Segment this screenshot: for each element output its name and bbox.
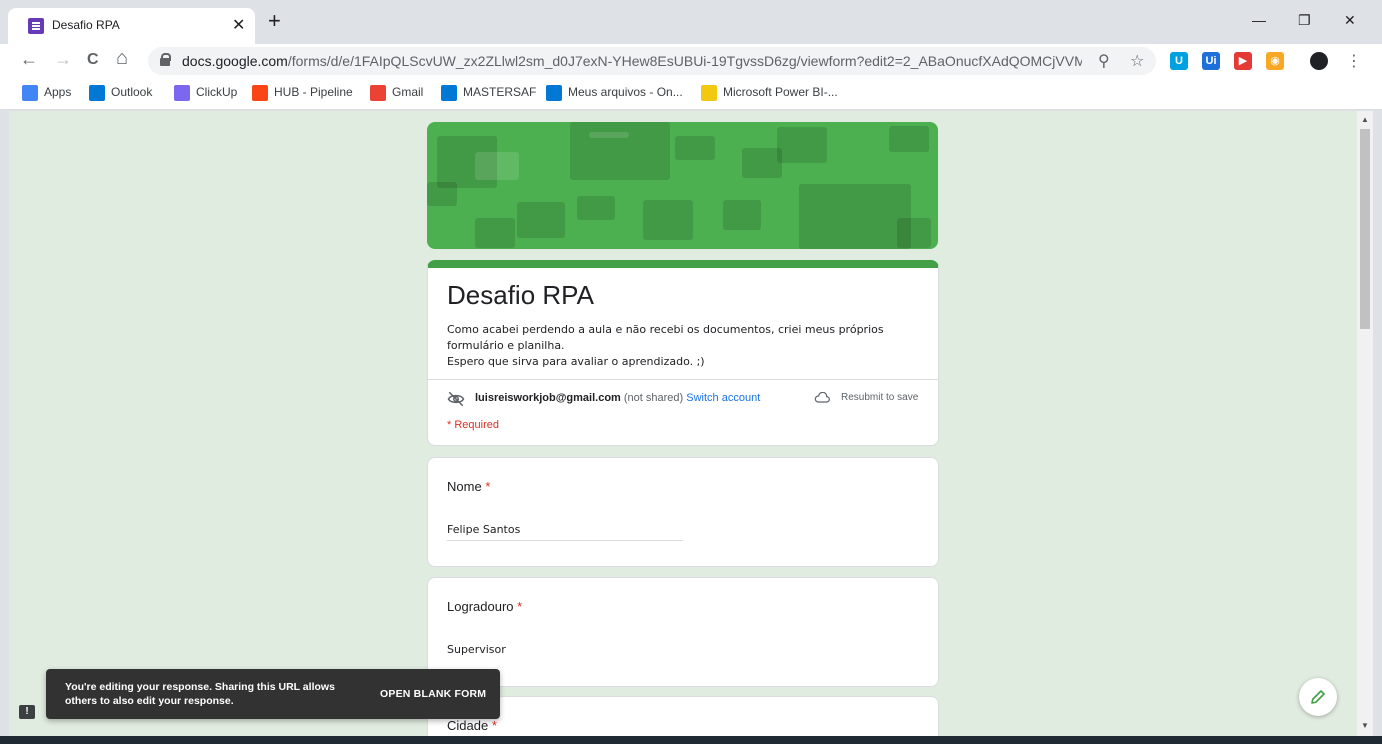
bookmark-label: Outlook bbox=[111, 85, 153, 100]
close-tab-icon[interactable]: ✕ bbox=[232, 15, 245, 35]
form-title-card: Desafio RPA Como acabei perdendo a aula … bbox=[427, 260, 939, 446]
bookmark-label: MASTERSAF bbox=[463, 85, 537, 100]
reload-button[interactable]: C bbox=[87, 51, 99, 69]
back-button[interactable]: ← bbox=[20, 49, 38, 70]
bookmark-label: HUB - Pipeline bbox=[274, 85, 353, 100]
scroll-down-icon[interactable]: ▼ bbox=[1361, 721, 1369, 730]
page-scrollbar[interactable]: ▲ ▼ bbox=[1357, 111, 1373, 736]
bookmark-label: Apps bbox=[44, 85, 72, 100]
tab-strip: Desafio RPA ✕ + — ❐ ✕ bbox=[0, 0, 1382, 44]
title-card-divider bbox=[428, 379, 938, 380]
bookmark-favicon-icon bbox=[22, 85, 38, 101]
bookmark-favicon-icon bbox=[441, 85, 457, 101]
bookmark-favicon-icon bbox=[252, 85, 268, 101]
browser-menu-icon[interactable]: ⋮ bbox=[1346, 51, 1362, 71]
window-right-edge bbox=[1373, 111, 1382, 736]
home-button[interactable]: ⌂ bbox=[116, 47, 128, 70]
question-label: Cidade * bbox=[447, 718, 497, 733]
question-card-logradouro: Logradouro * Supervisor bbox=[427, 577, 939, 687]
u-extension-icon[interactable]: U bbox=[1170, 52, 1188, 70]
browser-chrome: Desafio RPA ✕ + — ❐ ✕ ← → C ⌂ docs.googl… bbox=[0, 0, 1382, 110]
lock-icon bbox=[160, 53, 171, 66]
question-label: Logradouro * bbox=[447, 599, 522, 614]
question-title: Nome bbox=[447, 479, 482, 494]
input-underline bbox=[447, 540, 683, 541]
scroll-up-icon[interactable]: ▲ bbox=[1361, 115, 1369, 124]
required-asterisk: * bbox=[517, 599, 523, 614]
video-extension-icon[interactable]: ▶ bbox=[1234, 52, 1252, 70]
close-window-button[interactable]: ✕ bbox=[1344, 12, 1356, 29]
answer-input-nome[interactable]: Felipe Santos bbox=[447, 523, 520, 536]
minimize-button[interactable]: — bbox=[1252, 12, 1266, 28]
form-header-image bbox=[427, 122, 938, 249]
bookmark-item[interactable]: Gmail bbox=[370, 85, 423, 101]
required-asterisk: * bbox=[485, 479, 491, 494]
tab-title: Desafio RPA bbox=[52, 18, 120, 32]
window-left-edge bbox=[0, 111, 9, 736]
forward-button[interactable]: → bbox=[54, 49, 72, 70]
question-label: Nome * bbox=[447, 479, 490, 494]
account-email: luisreisworkjob@gmail.com bbox=[475, 392, 621, 404]
os-taskbar bbox=[0, 736, 1382, 744]
bookmark-item[interactable]: Outlook bbox=[89, 85, 152, 101]
bookmark-favicon-icon bbox=[174, 85, 190, 101]
bookmark-favicon-icon bbox=[370, 85, 386, 101]
switch-account-link[interactable]: Switch account bbox=[686, 392, 760, 404]
url-text[interactable]: docs.google.com/forms/d/e/1FAIpQLScvUW_z… bbox=[182, 53, 1082, 69]
zoom-icon[interactable]: ⚲ bbox=[1098, 51, 1110, 71]
cloud-icon bbox=[814, 392, 830, 403]
address-bar[interactable]: docs.google.com/forms/d/e/1FAIpQLScvUW_z… bbox=[148, 47, 1156, 75]
snackbar-message: You're editing your response. Sharing th… bbox=[65, 681, 335, 707]
bookmark-favicon-icon bbox=[701, 85, 717, 101]
open-blank-form-button[interactable]: OPEN BLANK FORM bbox=[380, 688, 486, 700]
required-asterisk: * bbox=[491, 718, 497, 733]
bookmark-label: Meus arquivos - On... bbox=[568, 85, 683, 100]
bookmark-favicon-icon bbox=[546, 85, 562, 101]
question-title: Cidade bbox=[447, 718, 489, 733]
form-description-line-2: Espero que sirva para avaliar o aprendiz… bbox=[447, 355, 705, 368]
bookmark-favicon-icon bbox=[89, 85, 105, 101]
url-path: /forms/d/e/1FAIpQLScvUW_zx2ZLlwl2sm_d0J7… bbox=[287, 53, 1082, 69]
feedback-icon[interactable]: ! bbox=[19, 705, 35, 719]
required-note: * Required bbox=[447, 419, 499, 431]
edit-response-button[interactable] bbox=[1299, 678, 1337, 716]
new-tab-button[interactable]: + bbox=[268, 10, 281, 32]
bookmark-item[interactable]: HUB - Pipeline bbox=[252, 85, 353, 101]
bookmarks-bar: Apps Outlook ClickUp HUB - Pipeline Gmail MAS… bbox=[0, 78, 1382, 110]
scroll-thumb[interactable] bbox=[1360, 129, 1370, 329]
bookmark-label: Gmail bbox=[392, 85, 424, 100]
google-forms-icon bbox=[28, 18, 44, 34]
restore-button[interactable]: ❐ bbox=[1298, 12, 1311, 29]
bookmark-item[interactable]: MASTERSAF bbox=[441, 85, 536, 101]
uipath-extension-icon[interactable]: Ui bbox=[1202, 52, 1220, 70]
answer-input-logradouro[interactable]: Supervisor bbox=[447, 643, 506, 656]
question-card-cidade: Cidade * bbox=[427, 696, 939, 736]
not-shared-label: (not shared) bbox=[623, 392, 684, 404]
question-title: Logradouro bbox=[447, 599, 514, 614]
bookmark-item[interactable]: Meus arquivos - On... bbox=[546, 85, 683, 101]
form-description-line-1: Como acabei perdendo a aula e não recebi… bbox=[447, 323, 884, 352]
resubmit-to-save-label: Resubmit to save bbox=[841, 392, 919, 403]
tab-desafio-rpa[interactable]: Desafio RPA ✕ bbox=[8, 8, 255, 44]
bookmark-item[interactable]: Apps bbox=[22, 85, 71, 101]
bookmark-label: Microsoft Power BI-... bbox=[723, 85, 838, 100]
bookmark-item[interactable]: ClickUp bbox=[174, 85, 237, 101]
page-viewport: Desafio RPA Como acabei perdendo a aula … bbox=[9, 111, 1357, 736]
bookmark-item[interactable]: Microsoft Power BI-... bbox=[701, 85, 838, 101]
form-title: Desafio RPA bbox=[447, 280, 594, 310]
form-description: Como acabei perdendo a aula e não recebi… bbox=[447, 322, 927, 370]
eye-off-icon bbox=[447, 391, 465, 407]
shield-extension-icon[interactable]: ◉ bbox=[1266, 52, 1284, 70]
account-info: luisreisworkjob@gmail.com (not shared) S… bbox=[475, 392, 760, 404]
profile-avatar[interactable] bbox=[1310, 52, 1328, 70]
url-host: docs.google.com bbox=[182, 53, 288, 69]
bookmark-star-icon[interactable]: ☆ bbox=[1130, 51, 1144, 71]
bookmark-label: ClickUp bbox=[196, 85, 238, 100]
pencil-icon bbox=[1311, 690, 1325, 704]
question-card-nome: Nome * Felipe Santos bbox=[427, 457, 939, 567]
editing-snackbar: You're editing your response. Sharing th… bbox=[46, 669, 500, 719]
